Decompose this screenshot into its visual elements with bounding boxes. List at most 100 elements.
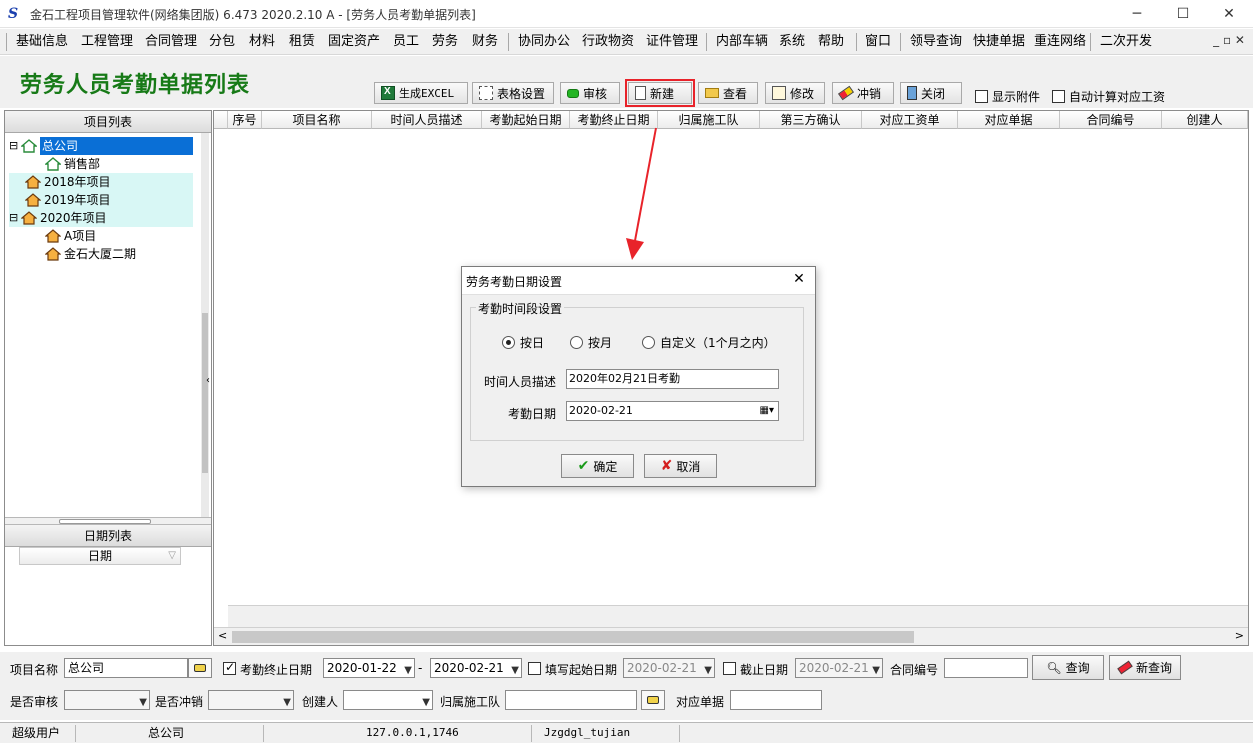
fill-start-checkbox[interactable] xyxy=(528,662,541,675)
radio-button[interactable] xyxy=(570,336,583,349)
menu-fixed-assets[interactable]: 固定资产 xyxy=(328,33,380,53)
column-header[interactable]: 对应工资单 xyxy=(862,111,958,129)
team-input[interactable] xyxy=(505,690,637,710)
edit-button[interactable]: 修改 xyxy=(765,82,825,104)
radio-by-day[interactable]: 按日 xyxy=(502,334,544,351)
doc-input[interactable] xyxy=(730,690,822,710)
menu-office[interactable]: 协同办公 xyxy=(518,33,570,53)
filter-icon[interactable]: ▽ xyxy=(168,548,176,564)
column-header[interactable]: 时间人员描述 xyxy=(372,111,482,129)
column-header[interactable]: 对应单据 xyxy=(958,111,1060,129)
menu-vehicles[interactable]: 内部车辆 xyxy=(716,33,768,53)
menu-staff[interactable]: 员工 xyxy=(393,33,419,53)
menu-finance[interactable]: 财务 xyxy=(472,33,498,53)
column-header[interactable]: 序号 xyxy=(228,111,262,129)
date-column-header[interactable]: 日期 ▽ xyxy=(19,547,181,565)
cutoff-checkbox-wrap[interactable] xyxy=(723,662,736,678)
menu-help[interactable]: 帮助 xyxy=(818,33,844,53)
splitter-handle[interactable] xyxy=(59,519,151,524)
red-arrow-annotation xyxy=(626,127,657,260)
show-attachments-toggle[interactable]: 显示附件 xyxy=(975,88,1040,105)
approve-button[interactable]: 审核 xyxy=(560,82,620,104)
auto-calc-wage-checkbox[interactable] xyxy=(1052,90,1065,103)
panel-collapse-arrow-icon[interactable]: ‹ xyxy=(204,300,212,460)
panel-splitter[interactable] xyxy=(5,517,211,525)
column-header[interactable]: 项目名称 xyxy=(262,111,372,129)
date-picker[interactable]: 2020-02-21 ▦▾ xyxy=(566,401,779,421)
end-date-from-value: 2020-01-22 xyxy=(327,661,397,675)
menu-system[interactable]: 系统 xyxy=(779,33,805,53)
reversed-select[interactable]: ▼ xyxy=(208,690,294,710)
menu-material[interactable]: 材料 xyxy=(249,33,275,53)
maximize-button[interactable]: ☐ xyxy=(1160,0,1206,28)
collapse-icon[interactable]: ⊟ xyxy=(9,209,21,227)
menu-secondary-dev[interactable]: 二次开发 xyxy=(1100,33,1152,53)
collapse-icon[interactable]: ⊟ xyxy=(9,137,21,155)
tree-node-2019-projects[interactable]: 2019年项目 xyxy=(9,191,193,209)
dialog-close-button[interactable]: ✕ xyxy=(789,271,809,291)
cutoff-checkbox[interactable] xyxy=(723,662,736,675)
team-picker-button[interactable] xyxy=(641,690,665,710)
end-date-from-picker[interactable]: 2020-01-22 ▼ xyxy=(323,658,415,678)
new-query-button[interactable]: 新查询 xyxy=(1109,655,1181,680)
minimize-button[interactable]: ─ xyxy=(1114,0,1160,28)
menu-window[interactable]: 窗口 xyxy=(865,33,891,53)
tree-node-headquarters[interactable]: ⊟ 总公司 xyxy=(9,137,193,155)
show-attachments-checkbox[interactable] xyxy=(975,90,988,103)
menu-lease[interactable]: 租赁 xyxy=(289,33,315,53)
contract-no-input[interactable] xyxy=(944,658,1028,678)
cutoff-picker[interactable]: 2020-02-21 ▼ xyxy=(795,658,883,678)
project-name-input[interactable]: 总公司 xyxy=(64,658,188,678)
end-date-to-picker[interactable]: 2020-02-21 ▼ xyxy=(430,658,522,678)
radio-by-month[interactable]: 按月 xyxy=(570,334,612,351)
project-picker-button[interactable] xyxy=(188,658,212,678)
reverse-button[interactable]: 冲销 xyxy=(832,82,894,104)
new-button[interactable]: 新建 xyxy=(625,79,695,107)
radio-button[interactable] xyxy=(502,336,515,349)
grid-hscrollbar[interactable]: < > xyxy=(214,627,1248,645)
approved-select[interactable]: ▼ xyxy=(64,690,150,710)
grid-settings-button[interactable]: 表格设置 xyxy=(472,82,554,104)
menu-quick-docs[interactable]: 快捷单据 xyxy=(973,33,1025,53)
creator-select[interactable]: ▼ xyxy=(343,690,433,710)
tree-node-jinshi-tower-phase2[interactable]: 金石大厦二期 xyxy=(44,245,136,263)
fill-start-checkbox-wrap[interactable] xyxy=(528,662,541,678)
tree-node-project-a[interactable]: A项目 xyxy=(44,227,96,245)
column-header[interactable]: 归属施工队 xyxy=(658,111,760,129)
fill-start-picker[interactable]: 2020-02-21 ▼ xyxy=(623,658,715,678)
close-button[interactable]: 关闭 xyxy=(900,82,962,104)
end-date-checkbox[interactable] xyxy=(223,660,236,675)
mdi-controls[interactable]: _ ▫ ✕ xyxy=(1213,33,1245,47)
desc-input[interactable]: 2020年02月21日考勤 xyxy=(566,369,779,389)
scroll-thumb[interactable] xyxy=(232,631,914,643)
calendar-icon[interactable]: ▦▾ xyxy=(760,402,774,420)
cancel-button[interactable]: ✘ 取消 xyxy=(644,454,717,478)
menu-contract-mgmt[interactable]: 合同管理 xyxy=(145,33,197,53)
menu-certificates[interactable]: 证件管理 xyxy=(646,33,698,53)
menu-admin-goods[interactable]: 行政物资 xyxy=(582,33,634,53)
column-header[interactable]: 创建人 xyxy=(1162,111,1248,129)
tree-node-sales-dept[interactable]: 销售部 xyxy=(44,155,100,173)
menu-basic-info[interactable]: 基础信息 xyxy=(16,33,68,53)
export-excel-button[interactable]: X 生成EXCEL xyxy=(374,82,468,104)
scroll-right-icon[interactable]: > xyxy=(1235,629,1244,642)
menu-leader-query[interactable]: 领导查询 xyxy=(910,33,962,53)
menu-project-mgmt[interactable]: 工程管理 xyxy=(81,33,133,53)
scroll-left-icon[interactable]: < xyxy=(218,629,227,642)
menu-reconnect[interactable]: 重连网络 xyxy=(1034,33,1086,53)
view-button[interactable]: 查看 xyxy=(698,82,758,104)
auto-calc-wage-toggle[interactable]: 自动计算对应工资 xyxy=(1052,88,1165,105)
menu-labor[interactable]: 劳务 xyxy=(432,33,458,53)
end-date-checkbox-wrap[interactable] xyxy=(223,660,236,678)
radio-custom[interactable]: 自定义（1个月之内） xyxy=(642,334,776,351)
column-header[interactable]: 考勤起始日期 xyxy=(482,111,570,129)
tree-node-2020-projects[interactable]: ⊟ 2020年项目 xyxy=(9,209,193,227)
menu-subcontract[interactable]: 分包 xyxy=(209,33,235,53)
column-header[interactable]: 合同编号 xyxy=(1060,111,1162,129)
tree-node-2018-projects[interactable]: 2018年项目 xyxy=(9,173,193,191)
column-header[interactable]: 第三方确认 xyxy=(760,111,862,129)
ok-button[interactable]: ✔ 确定 xyxy=(561,454,634,478)
radio-button[interactable] xyxy=(642,336,655,349)
query-button[interactable]: 🔍︎ 查询 xyxy=(1032,655,1104,680)
close-window-button[interactable]: ✕ xyxy=(1206,0,1252,28)
